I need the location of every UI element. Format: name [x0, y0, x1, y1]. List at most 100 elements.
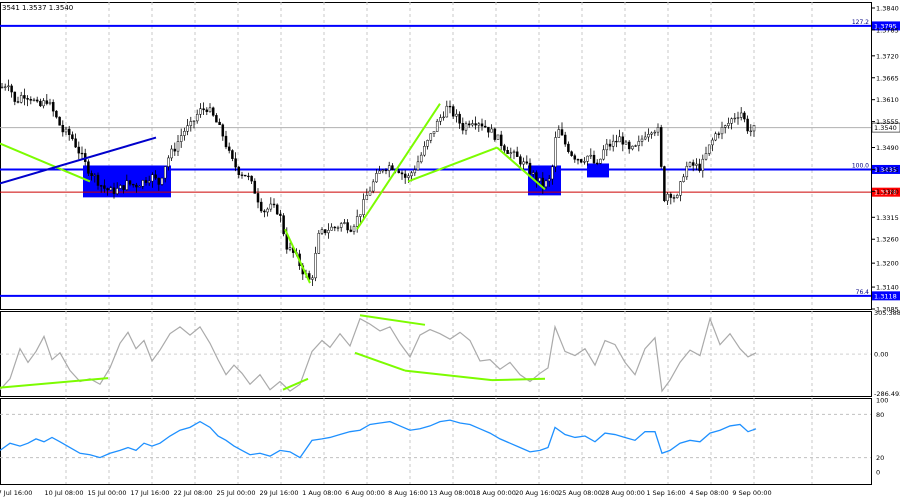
candle-body	[74, 138, 77, 148]
candle-body	[183, 131, 186, 136]
candle-body	[599, 158, 602, 164]
candle-body	[538, 177, 541, 182]
candle-body	[208, 107, 212, 112]
candle-body	[544, 180, 548, 188]
candle-body	[58, 116, 61, 126]
candle-body	[93, 174, 97, 177]
candle-body	[512, 151, 516, 153]
candle-body	[13, 91, 17, 102]
candle-body	[64, 128, 68, 133]
candle-body	[160, 177, 164, 185]
candle-body	[650, 132, 653, 135]
candle-body	[442, 116, 445, 119]
candle-body	[119, 185, 122, 189]
y-tick-label: 1.3085	[876, 306, 899, 314]
candle-body	[643, 136, 647, 140]
cci-tick-label: 0.00	[874, 351, 888, 359]
candle-body	[560, 129, 564, 136]
candle-body	[231, 150, 234, 159]
candle-body	[279, 213, 282, 216]
candle-body	[362, 199, 365, 215]
candle-body	[663, 166, 666, 202]
quote-header: 3541 1.3537 1.3540	[2, 4, 73, 12]
y-tick-label: 1.3260	[876, 236, 899, 244]
candle-body	[7, 85, 10, 88]
y-tick-label: 1.3315	[876, 214, 899, 222]
candle-body	[675, 195, 679, 198]
candle-body	[352, 226, 356, 232]
candle-body	[51, 102, 55, 112]
candle-body	[234, 158, 237, 168]
candle-body	[224, 135, 228, 148]
candle-body	[691, 162, 695, 166]
candle-body	[522, 161, 525, 165]
candle-body	[138, 186, 141, 188]
candle-body	[426, 140, 429, 147]
candle-body	[413, 169, 417, 174]
candle-body	[147, 180, 151, 183]
candle-body	[23, 95, 26, 99]
candle-body	[515, 151, 519, 157]
candle-body	[554, 137, 557, 168]
candle-body	[387, 165, 391, 171]
candle-body	[327, 230, 330, 234]
candle-body	[384, 169, 388, 172]
candle-body	[141, 180, 145, 187]
candle-body	[736, 117, 740, 119]
candle-body	[42, 100, 45, 107]
candle-body	[487, 126, 490, 133]
candle-body	[535, 172, 538, 182]
candle-body	[605, 143, 609, 151]
candle-body	[243, 174, 247, 177]
candle-body	[551, 166, 554, 180]
candle-body	[131, 183, 135, 186]
candle-body	[195, 114, 199, 122]
candle-body	[67, 128, 71, 135]
candle-body	[752, 125, 756, 132]
forex-chart: 127.2 1.3795100.0 1.343576.4 1.31181.33781.…	[0, 2, 900, 497]
candle-body	[451, 106, 455, 117]
candle-body	[714, 133, 717, 141]
candle-body	[615, 140, 618, 143]
candle-body	[179, 135, 183, 142]
candle-body	[205, 109, 209, 112]
candle-body	[237, 166, 241, 176]
candle-body	[106, 188, 109, 191]
candle-body	[727, 123, 730, 126]
y-tick-label: 1.3610	[876, 96, 899, 104]
y-tick-label: 1.3380	[876, 188, 899, 196]
candle-body	[666, 193, 669, 202]
candle-body	[647, 133, 650, 138]
candle-body	[701, 158, 705, 171]
candle-body	[349, 229, 353, 232]
candle-body	[525, 161, 529, 164]
candle-body	[496, 134, 500, 140]
candle-body	[112, 187, 116, 194]
candle-body	[48, 102, 52, 104]
candle-body	[659, 127, 663, 167]
candle-body	[720, 127, 724, 135]
candle-body	[96, 174, 100, 186]
candle-body	[211, 107, 215, 116]
fibo-level-label: 127.2	[852, 19, 869, 26]
candle-body	[618, 136, 621, 143]
candle-body	[563, 134, 567, 145]
x-tick-label: 10 Jul 08:00	[45, 489, 84, 497]
y-tick-label: 1.3200	[876, 260, 899, 268]
candle-body	[109, 187, 113, 191]
candle-body	[186, 125, 189, 132]
candle-body	[240, 174, 244, 176]
candle-body	[746, 118, 749, 132]
y-tick-label: 1.3490	[876, 144, 899, 152]
candle-body	[173, 148, 177, 152]
candle-body	[723, 125, 727, 128]
x-tick-label: 29 Jul 16:00	[260, 489, 299, 497]
candle-body	[221, 124, 225, 137]
candle-body	[621, 136, 625, 145]
candle-body	[685, 166, 689, 178]
x-tick-label: 1 Aug 08:00	[302, 489, 342, 497]
candle-body	[640, 138, 644, 142]
candle-body	[19, 95, 23, 103]
candle-body	[391, 165, 394, 171]
candle-body	[375, 173, 378, 183]
